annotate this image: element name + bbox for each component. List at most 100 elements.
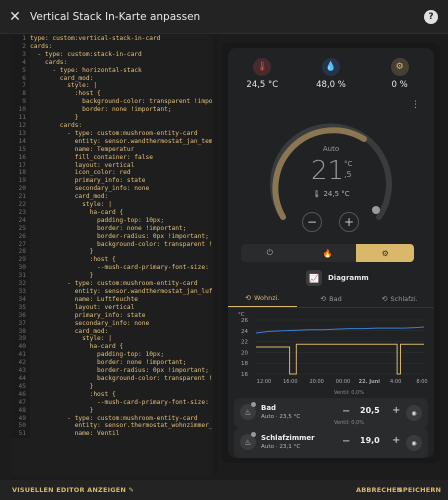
history-icon: ⟲ — [320, 294, 327, 303]
y-tick-label: 22 — [241, 340, 248, 346]
target-temperature: 21 — [311, 156, 345, 186]
temperature-history-chart: °C26242220181612:00 16:00 20:00 00:00 22. Ju… — [238, 312, 428, 385]
mode-toggle-icon[interactable]: ◉ — [406, 405, 422, 421]
code-text: card_mod: — [30, 193, 109, 201]
help-icon[interactable]: ? — [424, 10, 438, 24]
hvac-mode-label: Auto — [322, 145, 340, 153]
code-text: card_mod: — [30, 327, 109, 335]
pencil-icon: ✎ — [128, 486, 135, 494]
sensor-humidity[interactable]: 💧 48,0 % — [301, 58, 361, 90]
line-number: 24 — [12, 216, 30, 225]
tab-bad[interactable]: ⟲ Bad — [297, 290, 366, 307]
decrease-button[interactable]: − — [302, 212, 322, 232]
code-line: 49 - type: custom:mushroom-entity-card — [12, 414, 212, 423]
code-text: secondary_info: none — [30, 185, 150, 193]
x-tick-label: 00:00 — [336, 379, 350, 385]
code-line: 37 secondary_info: none — [12, 319, 212, 328]
code-text: :host { — [30, 256, 116, 264]
yaml-code-editor[interactable]: 1 type: custom:vertical-stack-in-card 2 car… — [12, 35, 212, 475]
editor-scrollbar[interactable] — [213, 35, 218, 475]
chart-icon: 📈 — [306, 270, 322, 286]
code-line: 51 name: Ventil — [12, 430, 212, 439]
room-card-bad[interactable]: ♨ Bad Auto · 23,5 °C Ventil: 0,0% − 20,5… — [234, 390, 428, 428]
sensor-valve[interactable]: ⚙ 0 % — [370, 58, 430, 90]
line-number: 40 — [12, 343, 30, 352]
decrease-button[interactable]: − — [342, 436, 350, 447]
code-text: name: Temperatur — [30, 145, 135, 153]
code-text: style: | — [30, 82, 98, 90]
code-line: 31 } — [12, 272, 212, 281]
increase-button[interactable]: + — [392, 405, 400, 416]
line-number: 47 — [12, 398, 30, 407]
x-tick-label: 4:00 — [390, 379, 401, 385]
thermostat-card: 🌡 24,5 °C 💧 48,0 % ⚙ 0 % ⋮ Auto 21 °C ,5… — [228, 48, 434, 458]
flame-icon[interactable]: 🔥 — [299, 244, 357, 262]
room-card-schlafzimmer[interactable]: ♨ Schlafzimmer Auto · 23,1 °C Ventil: 0,… — [234, 420, 428, 458]
tab-schlafzimmer[interactable]: ⟲ Schlafzi. — [365, 290, 434, 307]
code-line: 44 background-color: transparent !import… — [12, 374, 212, 383]
show-visual-editor-button[interactable]: VISUELLEN EDITOR ANZEIGEN ✎ — [12, 486, 134, 494]
code-text: - type: custom:mushroom-entity-card — [30, 414, 198, 422]
code-line: 38 card_mod: — [12, 327, 212, 336]
increase-button[interactable]: + — [339, 212, 359, 232]
code-text: background-color: transparent !important… — [82, 98, 212, 106]
y-tick-label: 16 — [241, 372, 248, 378]
increase-button[interactable]: + — [392, 435, 400, 446]
y-tick-label: 18 — [241, 361, 248, 367]
line-number: 28 — [12, 248, 30, 257]
thermometer-icon: 🌡 — [253, 58, 272, 76]
power-icon[interactable]: ⏻ — [241, 244, 299, 262]
card-preview: 🌡 24,5 °C 💧 48,0 % ⚙ 0 % ⋮ Auto 21 °C ,5… — [222, 43, 440, 463]
hvac-mode-bar: ⏻ 🔥 ⚙ — [241, 244, 414, 262]
room-target-temp: 19,0 — [360, 436, 380, 445]
line-number: 22 — [12, 201, 30, 209]
diagram-label: Diagramm — [328, 274, 369, 282]
code-line: 5 - type: horizontal-stack — [12, 66, 212, 75]
code-line: 7 style: | — [12, 82, 212, 91]
decrease-button[interactable]: − — [342, 406, 350, 417]
code-text: } — [30, 272, 94, 280]
code-text: layout: vertical — [30, 303, 135, 311]
more-options-icon[interactable]: ⋮ — [411, 100, 420, 110]
tab-label: Schlafzi. — [390, 294, 418, 303]
x-tick-label: 20:00 — [309, 379, 323, 385]
cancel-button[interactable]: ABBRECHEN — [356, 486, 402, 494]
code-line: 26 border-radius: 0px !important; — [12, 232, 212, 241]
line-number: 42 — [12, 359, 30, 368]
sensor-row: 🌡 24,5 °C 💧 48,0 % ⚙ 0 % — [228, 58, 434, 90]
code-text: primary_info: state — [30, 177, 146, 185]
x-tick-label: 16:00 — [283, 379, 297, 385]
code-line: 15 name: Temperatur — [12, 145, 212, 154]
code-line: 46 :host { — [12, 390, 212, 399]
line-number: 18 — [12, 169, 30, 178]
mode-toggle-icon[interactable]: ◉ — [406, 435, 422, 451]
code-text: primary_info: state — [30, 311, 146, 319]
line-number: 44 — [12, 374, 30, 383]
close-icon[interactable]: ✕ — [0, 0, 30, 34]
code-text: name: Ventil — [30, 430, 120, 438]
code-line: 22 style: | — [12, 201, 212, 209]
code-line: 20 secondary_info: none — [12, 185, 212, 194]
code-text: - type: custom:stack-in-card — [30, 50, 142, 58]
code-text: } — [30, 114, 79, 122]
valve-icon: ⚙ — [390, 58, 409, 76]
auto-icon[interactable]: ⚙ — [356, 244, 414, 262]
button-label: VISUELLEN EDITOR ANZEIGEN — [12, 486, 127, 494]
code-line: 12 cards: — [12, 121, 212, 130]
code-text: - type: horizontal-stack — [30, 66, 142, 74]
sensor-value: 24,5 °C — [246, 80, 279, 90]
code-text: fill_container: false — [30, 153, 153, 161]
code-line: 8 :host { — [12, 90, 212, 99]
code-line: 32 - type: custom:mushroom-entity-card — [12, 280, 212, 288]
valve-status: Ventil: 0,0% — [334, 420, 364, 426]
tab-wohnzimmer[interactable]: ⟲ Wohnzi. — [228, 290, 297, 307]
line-number: 30 — [12, 264, 30, 273]
line-number: 16 — [12, 153, 30, 162]
code-line: 42 border: none !important; — [12, 359, 212, 368]
line-number: 5 — [12, 66, 30, 75]
code-text: :host { — [30, 90, 101, 98]
save-button[interactable]: SPEICHERN — [398, 486, 441, 494]
sensor-temperature[interactable]: 🌡 24,5 °C — [232, 58, 292, 90]
line-number: 8 — [12, 90, 30, 99]
line-number: 50 — [12, 422, 30, 431]
